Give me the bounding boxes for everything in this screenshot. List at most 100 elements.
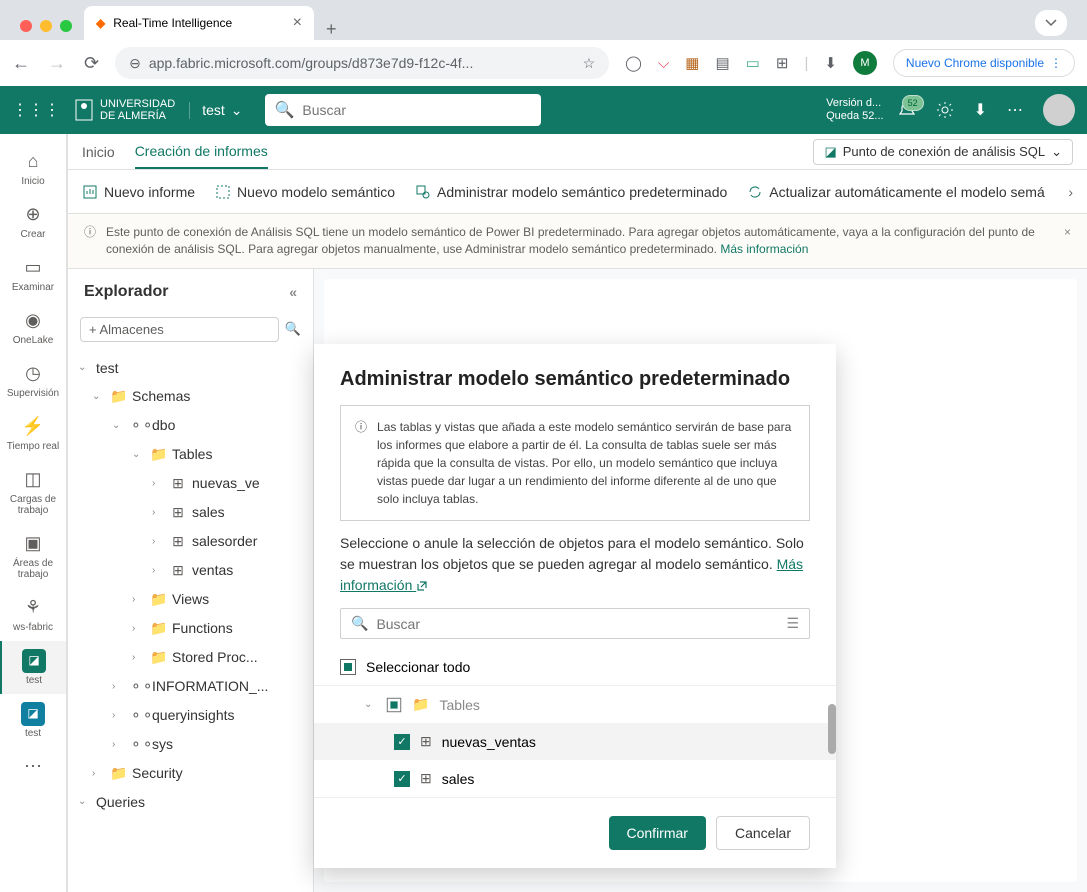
modal-search-input[interactable] xyxy=(376,616,778,632)
workspace-name: test xyxy=(202,102,225,118)
tree-node-sales[interactable]: ›⊞sales xyxy=(68,498,313,527)
ext-icon-4[interactable]: ▤ xyxy=(715,54,729,72)
tree-node-security[interactable]: ›📁Security xyxy=(68,759,313,788)
tree-node-test[interactable]: ⌄test xyxy=(68,354,313,382)
minimize-window[interactable] xyxy=(40,20,52,32)
back-button[interactable]: ← xyxy=(12,53,30,74)
tree-node-tables[interactable]: ⌄📁Tables xyxy=(68,440,313,469)
sql-endpoint-icon: ◪ xyxy=(824,144,836,160)
collapse-explorer-icon[interactable]: « xyxy=(289,284,297,300)
rail-home[interactable]: ⌂Inicio xyxy=(0,142,66,195)
rail-test-1[interactable]: ◪test xyxy=(0,641,66,694)
workspace-selector[interactable]: test ⌄ xyxy=(189,102,242,119)
folder-icon: 📁 xyxy=(150,620,166,637)
notifications-icon[interactable]: 52 xyxy=(898,101,916,119)
modal-info-text: Las tablas y vistas que añada a este mod… xyxy=(377,418,795,508)
modal-search-bar[interactable]: 🔍 ☰ xyxy=(340,608,810,639)
ext-icon-3[interactable]: ▦ xyxy=(685,54,699,72)
tree-node-dbo[interactable]: ⌄⚬⚬dbo xyxy=(68,411,313,440)
rail-workloads[interactable]: ◫Cargas de trabajo xyxy=(0,460,66,524)
tree-node-functions[interactable]: ›📁Functions xyxy=(68,614,313,643)
checkbox-sales[interactable]: ✓ xyxy=(394,771,410,787)
rail-create[interactable]: ⊕Crear xyxy=(0,195,66,248)
crumb-inicio[interactable]: Inicio xyxy=(82,144,115,160)
new-tab-button[interactable]: + xyxy=(314,19,349,40)
toolbar-overflow-icon[interactable]: › xyxy=(1068,184,1073,200)
app-launcher-icon[interactable]: ⋮⋮⋮ xyxy=(12,100,60,120)
rail-onelake[interactable]: ◉OneLake xyxy=(0,301,66,354)
rail-workspaces[interactable]: ▣Áreas de trabajo xyxy=(0,524,66,588)
select-all-checkbox[interactable] xyxy=(340,659,356,675)
info-icon: ⓘ xyxy=(84,224,96,258)
filter-icon[interactable]: ☰ xyxy=(786,615,799,632)
global-search[interactable]: 🔍 xyxy=(265,94,542,126)
close-tab-icon[interactable]: × xyxy=(293,14,302,32)
rail-test-2[interactable]: ◪test xyxy=(0,694,66,747)
download-icon[interactable]: ⬇ xyxy=(824,54,837,72)
url-bar[interactable]: ⊖ app.fabric.microsoft.com/groups/d873e7… xyxy=(115,47,609,79)
site-settings-icon[interactable]: ⊖ xyxy=(129,55,141,72)
org-logo[interactable]: UNIVERSIDAD DE ALMERÍA xyxy=(74,96,175,124)
close-window[interactable] xyxy=(20,20,32,32)
tree-node-schemas[interactable]: ⌄📁Schemas xyxy=(68,382,313,411)
chrome-update-button[interactable]: Nuevo Chrome disponible ⋮ xyxy=(893,49,1075,77)
browser-tab[interactable]: ◆ Real-Time Intelligence × xyxy=(84,6,314,40)
report-icon xyxy=(82,184,98,200)
tab-overflow-button[interactable] xyxy=(1035,10,1067,36)
confirm-button[interactable]: Confirmar xyxy=(609,816,706,850)
profile-avatar[interactable]: M xyxy=(853,51,877,75)
settings-icon[interactable] xyxy=(936,101,954,119)
tree-node-nuevas-ventas[interactable]: ›⊞nuevas_ve xyxy=(68,469,313,498)
notification-badge: 52 xyxy=(902,95,924,111)
search-explorer-icon[interactable]: 🔍 xyxy=(285,321,301,337)
more-icon[interactable]: ⋯ xyxy=(1007,100,1023,120)
tree-node-ventas[interactable]: ›⊞ventas xyxy=(68,556,313,585)
tree-node-views[interactable]: ›📁Views xyxy=(68,585,313,614)
cancel-button[interactable]: Cancelar xyxy=(716,816,810,850)
rail-realtime[interactable]: ⚡Tiempo real xyxy=(0,407,66,460)
maximize-window[interactable] xyxy=(60,20,72,32)
banner-link[interactable]: Más información xyxy=(720,242,808,256)
tree-node-salesorder[interactable]: ›⊞salesorder xyxy=(68,527,313,556)
rail-monitor[interactable]: ◷Supervisión xyxy=(0,354,66,407)
modal-item-nuevas-ventas[interactable]: ✓ ⊞ nuevas_ventas xyxy=(314,723,836,760)
tb-new-report[interactable]: Nuevo informe xyxy=(82,184,195,200)
crumb-creacion[interactable]: Creación de informes xyxy=(135,143,268,169)
search-input[interactable] xyxy=(302,102,531,118)
tree-node-stored-proc[interactable]: ›📁Stored Proc... xyxy=(68,643,313,672)
rail-wsfabric[interactable]: ⚘ws-fabric xyxy=(0,588,66,641)
user-avatar[interactable] xyxy=(1043,94,1075,126)
connection-selector[interactable]: ◪ Punto de conexión de análisis SQL ⌄ xyxy=(813,139,1073,165)
modal-tables-group[interactable]: ⌄ 📁 Tables xyxy=(314,686,836,723)
scrollbar-thumb[interactable] xyxy=(828,704,836,754)
pocket-icon[interactable]: ⌵ xyxy=(658,55,669,72)
rail-more[interactable]: ⋯ xyxy=(0,747,66,787)
bookmark-icon[interactable]: ☆ xyxy=(583,55,596,72)
ext-icon-1[interactable]: ◯ xyxy=(625,54,642,72)
tree-node-information[interactable]: ›⚬⚬INFORMATION_... xyxy=(68,672,313,701)
ext-icon-5[interactable]: ▭ xyxy=(746,54,760,72)
close-banner-icon[interactable]: × xyxy=(1064,224,1071,258)
checkbox-nuevas-ventas[interactable]: ✓ xyxy=(394,734,410,750)
url-text: app.fabric.microsoft.com/groups/d873e7d9… xyxy=(149,55,575,71)
reload-button[interactable]: ⟳ xyxy=(84,53,99,74)
download-icon[interactable]: ⬇ xyxy=(974,100,987,120)
tables-checkbox[interactable] xyxy=(387,697,401,711)
extensions-icon[interactable]: ⊞ xyxy=(776,54,789,72)
tree-node-sys[interactable]: ›⚬⚬sys xyxy=(68,730,313,759)
select-all-row[interactable]: Seleccionar todo xyxy=(314,649,836,686)
app-header: ⋮⋮⋮ UNIVERSIDAD DE ALMERÍA test ⌄ 🔍 Vers… xyxy=(0,86,1087,134)
tree-node-queries[interactable]: ⌄Queries xyxy=(68,788,313,816)
tb-auto-update[interactable]: Actualizar automáticamente el modelo sem… xyxy=(747,184,1044,200)
modal-footer: Confirmar Cancelar xyxy=(314,797,836,868)
add-warehouse-button[interactable]: + Almacenes xyxy=(80,317,279,342)
trial-status[interactable]: Versión d... Queda 52... xyxy=(826,97,884,123)
tb-manage-model[interactable]: Administrar modelo semántico predetermin… xyxy=(415,184,727,200)
modal-item-sales[interactable]: ✓ ⊞ sales xyxy=(314,760,836,797)
forward-button[interactable]: → xyxy=(48,53,66,74)
tree-node-queryinsights[interactable]: ›⚬⚬queryinsights xyxy=(68,701,313,730)
explorer-header: Explorador « xyxy=(68,269,313,311)
rail-browse[interactable]: ▭Examinar xyxy=(0,248,66,301)
manage-icon xyxy=(415,184,431,200)
tb-new-model[interactable]: Nuevo modelo semántico xyxy=(215,184,395,200)
